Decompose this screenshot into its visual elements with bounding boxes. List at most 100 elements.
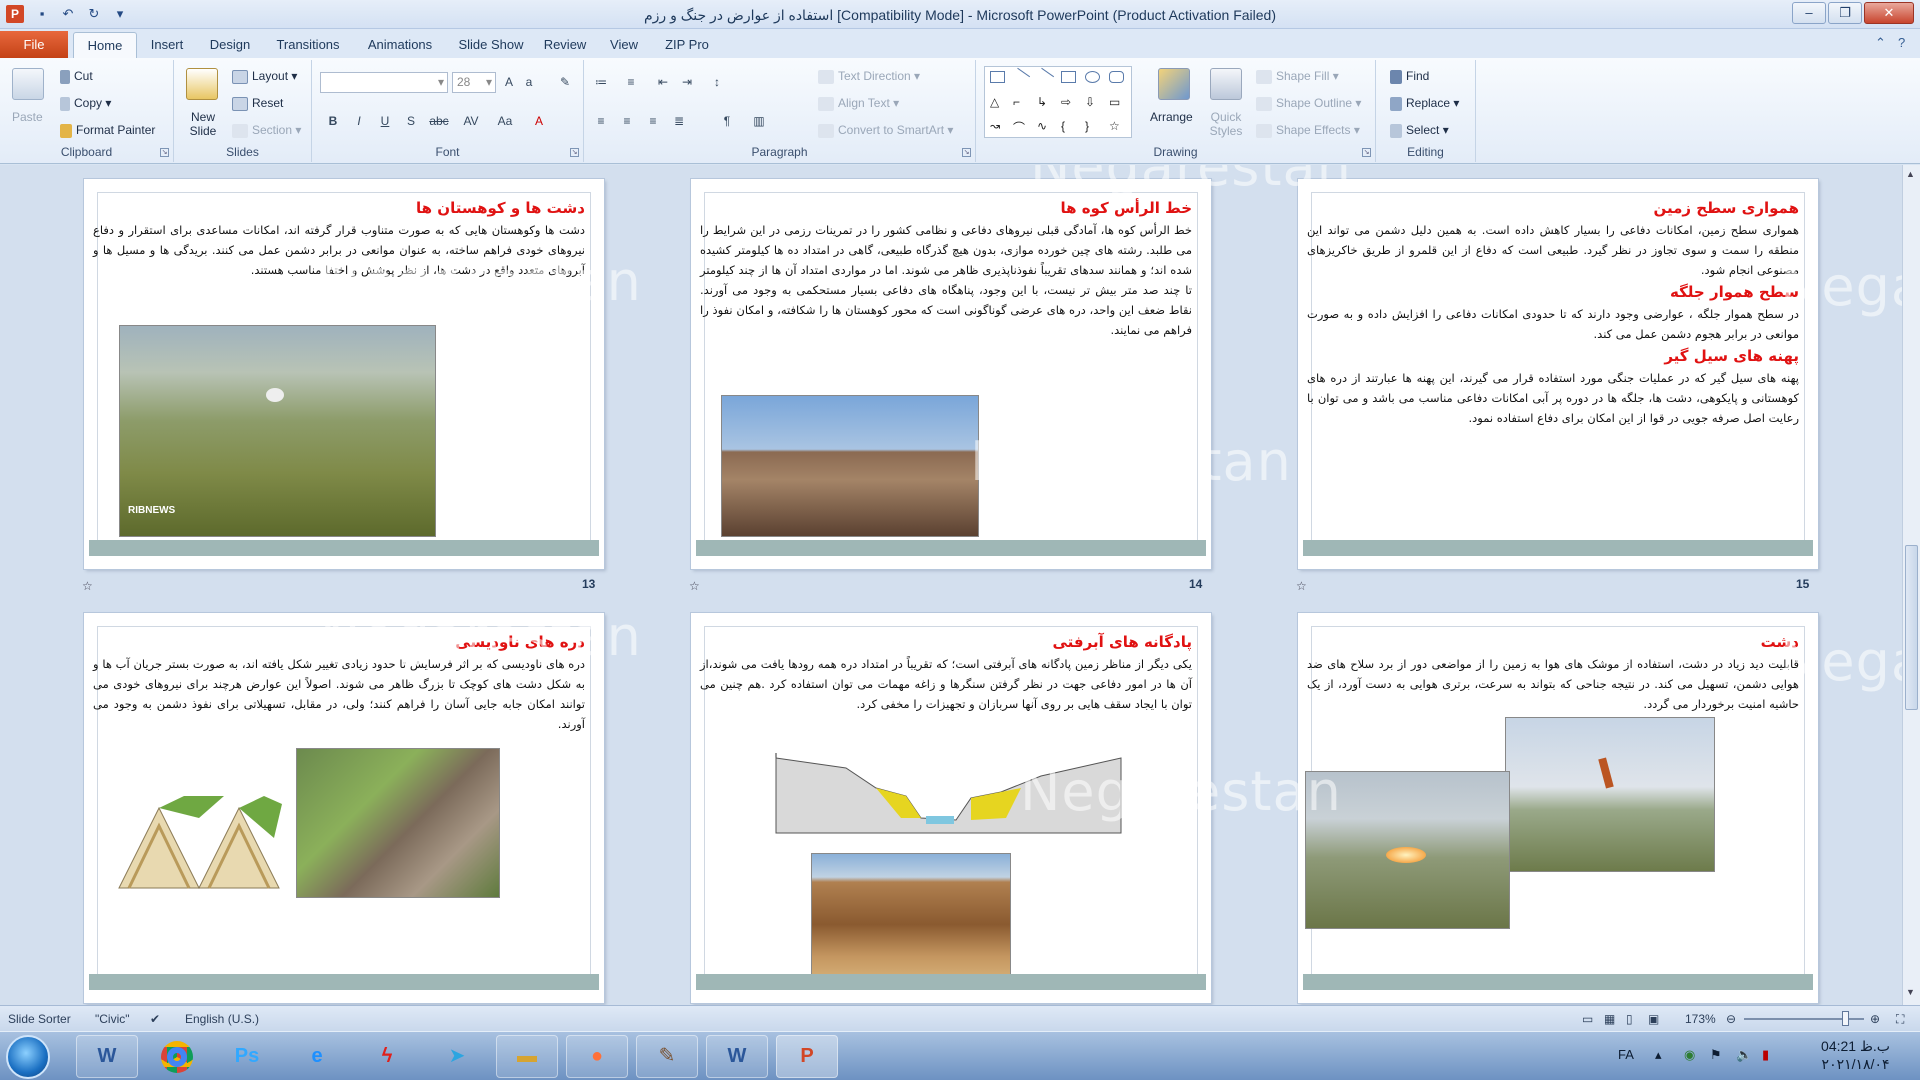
new-slide-button[interactable]: New Slide <box>182 110 224 138</box>
font-family-combo[interactable]: ▾ <box>320 72 448 93</box>
shape-outline-button[interactable]: Shape Outline ▾ <box>1256 96 1361 111</box>
align-right-icon[interactable]: ≡ <box>644 112 662 130</box>
tab-design[interactable]: Design <box>204 32 256 58</box>
vertical-scrollbar[interactable]: ▲ ▼ <box>1902 165 1920 1005</box>
theme-indicator[interactable]: "Civic" <box>95 1012 130 1026</box>
quick-styles-button[interactable]: Quick Styles <box>1202 110 1250 138</box>
scroll-down-icon[interactable]: ▼ <box>1906 987 1915 997</box>
tab-insert[interactable]: Insert <box>142 32 192 58</box>
powerpoint-icon[interactable]: P <box>776 1035 838 1078</box>
tab-home[interactable]: Home <box>73 32 137 58</box>
scroll-up-icon[interactable]: ▲ <box>1906 169 1915 179</box>
font-color-button[interactable]: A <box>530 112 548 130</box>
scrollbar-thumb[interactable] <box>1905 545 1918 710</box>
language-bar[interactable]: FA <box>1618 1047 1634 1062</box>
spellcheck-icon[interactable]: ✔ <box>150 1012 160 1026</box>
fit-to-window-icon[interactable]: ⛶ <box>1896 1012 1904 1027</box>
slide-thumbnail-18[interactable]: دشت قابلیت دید زیاد در دشت، استفاده از م… <box>1297 612 1819 1004</box>
find-button[interactable]: Find <box>1390 69 1429 84</box>
copy-button[interactable]: Copy ▾ <box>60 96 111 111</box>
reset-button[interactable]: Reset <box>232 96 283 111</box>
language-indicator[interactable]: English (U.S.) <box>185 1012 259 1026</box>
network-status-icon[interactable]: ◉ <box>1684 1047 1695 1063</box>
photoshop-icon[interactable]: Ps <box>216 1035 278 1078</box>
freeform-shape-icon[interactable]: ↝ <box>990 119 1005 133</box>
tab-review[interactable]: Review <box>540 32 590 58</box>
grow-font-icon[interactable]: A <box>500 73 518 91</box>
ltr-icon[interactable]: ¶ <box>718 112 736 130</box>
slide-sorter-view-icon[interactable]: ▦ <box>1604 1012 1615 1026</box>
paste-icon[interactable] <box>12 68 44 100</box>
brace-right-shape-icon[interactable]: } <box>1085 119 1100 133</box>
zoom-out-icon[interactable]: ⊖ <box>1726 1012 1736 1026</box>
numbering-icon[interactable]: ≡ <box>622 73 640 91</box>
brace-shape-icon[interactable]: { <box>1061 119 1076 133</box>
volume-icon[interactable]: 🔈 <box>1736 1047 1752 1063</box>
convert-smartart-button[interactable]: Convert to SmartArt ▾ <box>818 123 953 138</box>
explorer-icon[interactable]: ▬ <box>496 1035 558 1078</box>
zoom-level[interactable]: 173% <box>1685 1012 1716 1026</box>
shapes-gallery[interactable]: △ ⌐ ↳ ⇨ ⇩ ▭ ↝ ⌒ ∿ { } ☆ <box>984 66 1132 138</box>
word-icon[interactable]: W <box>76 1035 138 1078</box>
arrange-icon[interactable] <box>1158 68 1190 100</box>
rounded-rect-shape-icon[interactable] <box>1109 71 1124 83</box>
star-shape-icon[interactable]: ☆ <box>1109 119 1124 133</box>
layout-button[interactable]: Layout ▾ <box>232 69 297 84</box>
slideshow-view-icon[interactable]: ▣ <box>1648 1012 1659 1026</box>
align-left-icon[interactable]: ≡ <box>592 112 610 130</box>
zoom-in-icon[interactable]: ⊕ <box>1870 1012 1880 1026</box>
elbow-connector-shape-icon[interactable]: ⌐ <box>1013 95 1028 109</box>
format-painter-button[interactable]: Format Painter <box>60 123 155 138</box>
character-spacing-button[interactable]: AV <box>458 112 484 130</box>
shape-fill-button[interactable]: Shape Fill ▾ <box>1256 69 1339 84</box>
dialog-launcher-icon[interactable]: ↘ <box>160 148 169 157</box>
tab-slide-show[interactable]: Slide Show <box>454 32 528 58</box>
minimize-ribbon-icon[interactable]: ⌃ <box>1875 35 1886 51</box>
normal-view-icon[interactable]: ▭ <box>1582 1012 1593 1026</box>
triangle-shape-icon[interactable]: △ <box>990 95 1005 109</box>
tab-transitions[interactable]: Transitions <box>270 32 346 58</box>
zoom-slider-thumb[interactable] <box>1842 1011 1849 1026</box>
align-center-icon[interactable]: ≡ <box>618 112 636 130</box>
tab-zip-pro[interactable]: ZIP Pro <box>658 32 716 58</box>
curve-shape-icon[interactable]: ∿ <box>1037 119 1052 133</box>
rectangle-shape-icon[interactable] <box>1061 71 1076 83</box>
elbow-arrow-shape-icon[interactable]: ↳ <box>1037 95 1052 109</box>
shrink-font-icon[interactable]: a <box>520 73 538 91</box>
select-button[interactable]: Select ▾ <box>1390 123 1449 138</box>
dialog-launcher-icon[interactable]: ↘ <box>962 148 971 157</box>
close-icon[interactable]: ✕ <box>1864 2 1914 24</box>
down-arrow-shape-icon[interactable]: ⇩ <box>1085 95 1100 109</box>
dialog-launcher-icon[interactable]: ↘ <box>1362 148 1371 157</box>
slide-thumbnail-14[interactable]: خط الرأس کوه ها خط الرأس کوه ها، آمادگی … <box>690 178 1212 570</box>
show-hidden-icons-icon[interactable]: ▴ <box>1655 1047 1662 1063</box>
strikethrough-button[interactable]: abc <box>426 112 452 130</box>
right-arrow-shape-icon[interactable]: ⇨ <box>1061 95 1076 109</box>
justify-icon[interactable]: ≣ <box>670 112 688 130</box>
replace-button[interactable]: Replace ▾ <box>1390 96 1459 111</box>
slide-sorter-pane[interactable]: دشت ها و کوهستان ها دشت ها وکوهستان هایی… <box>0 165 1902 1005</box>
chrome-icon[interactable] <box>146 1035 208 1078</box>
help-icon[interactable]: ? <box>1898 35 1905 50</box>
rectangle-shape-icon[interactable] <box>990 71 1005 83</box>
arc-shape-icon[interactable]: ⌒ <box>1013 119 1028 135</box>
text-direction-button[interactable]: Text Direction ▾ <box>818 69 920 84</box>
font-size-combo[interactable]: 28 ▾ <box>452 72 496 93</box>
italic-button[interactable]: I <box>350 112 368 130</box>
tab-file[interactable]: File <box>0 31 68 58</box>
align-text-button[interactable]: Align Text ▾ <box>818 96 899 111</box>
reading-view-icon[interactable]: ▯ <box>1626 1012 1633 1026</box>
cut-button[interactable]: Cut <box>60 69 93 84</box>
quick-styles-icon[interactable] <box>1210 68 1242 100</box>
increase-indent-icon[interactable]: ⇥ <box>678 73 696 91</box>
columns-icon[interactable]: ▥ <box>750 112 768 130</box>
flash-icon[interactable]: ϟ <box>356 1035 418 1078</box>
bullets-icon[interactable]: ≔ <box>592 73 610 91</box>
telegram-icon[interactable]: ➤ <box>426 1035 488 1078</box>
change-case-button[interactable]: Aa <box>492 112 518 130</box>
underline-button[interactable]: U <box>376 112 394 130</box>
new-slide-icon[interactable] <box>186 68 218 100</box>
bold-button[interactable]: B <box>324 112 342 130</box>
tab-animations[interactable]: Animations <box>360 32 440 58</box>
paste-button[interactable]: Paste <box>12 110 43 124</box>
